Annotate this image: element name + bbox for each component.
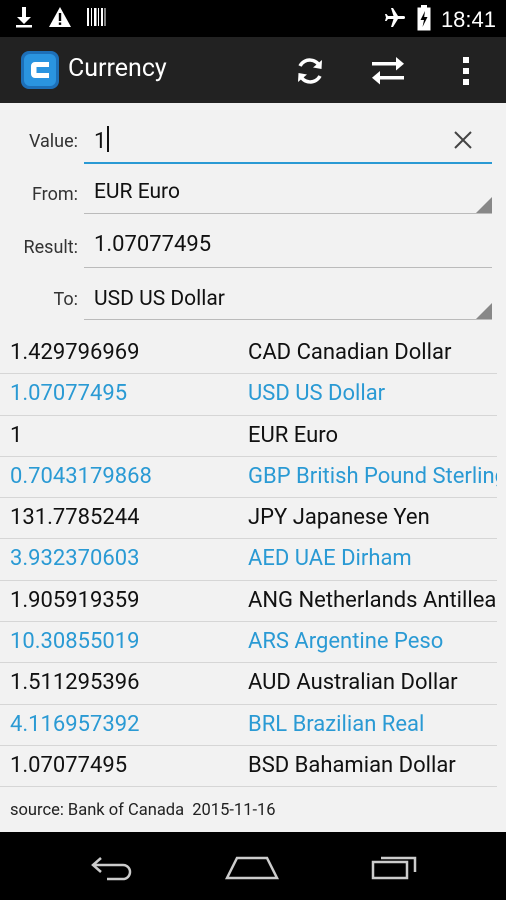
rate-value: 1.511295396: [10, 670, 140, 696]
rate-row[interactable]: 1.07077495 BSD Bahamian Dollar: [0, 746, 497, 788]
rates-list[interactable]: 1.429796969 CAD Canadian Dollar 1.07077495…: [0, 333, 497, 795]
clock: 18:41: [440, 7, 496, 32]
result-field[interactable]: 1.07077495: [84, 225, 492, 268]
rate-row[interactable]: 1.429796969 CAD Canadian Dollar: [0, 333, 497, 375]
warning-icon: [48, 6, 72, 32]
text-cursor: [107, 126, 110, 152]
rate-currency: GBP British Pound Sterling: [248, 463, 497, 489]
source-text: source: Bank of Canada 2015-11-16: [10, 801, 276, 820]
app-logo-icon[interactable]: [20, 50, 60, 90]
value-row: Value: 1: [0, 103, 506, 173]
from-row: From: EUR Euro: [0, 173, 506, 225]
spinner-arrow-icon: [476, 197, 492, 213]
download-icon: [14, 6, 34, 32]
battery-charging-icon: [417, 5, 431, 35]
rate-value: 10.30855019: [10, 629, 140, 655]
value-label: Value:: [28, 131, 78, 152]
to-currency-spinner[interactable]: USD US Dollar: [84, 283, 492, 320]
from-label: From:: [31, 184, 78, 205]
rate-value: 0.7043179868: [10, 463, 152, 489]
rate-row[interactable]: 1.511295396 AUD Australian Dollar: [0, 663, 497, 705]
rate-currency: USD US Dollar: [248, 381, 386, 407]
rate-currency: BRL Brazilian Real: [248, 711, 425, 737]
barcode-icon: [86, 6, 106, 32]
rate-currency: EUR Euro: [248, 422, 339, 448]
source-footer: source: Bank of Canada 2015-11-16: [0, 795, 506, 831]
refresh-icon[interactable]: [290, 51, 330, 91]
value-input[interactable]: 1: [84, 118, 492, 164]
home-icon[interactable]: [222, 850, 282, 884]
back-icon[interactable]: [82, 850, 142, 884]
overflow-menu-icon[interactable]: [446, 51, 486, 91]
action-bar: Currency: [0, 37, 506, 103]
rate-row[interactable]: 10.30855019 ARS Argentine Peso: [0, 622, 497, 664]
navigation-bar: [0, 832, 506, 900]
rate-row[interactable]: 1.07077495 USD US Dollar: [0, 374, 497, 416]
result-value: 1.07077495: [94, 232, 212, 257]
status-bar: 18:41: [0, 0, 506, 37]
result-row: Result: 1.07077495: [0, 225, 506, 283]
rate-value: 4.116957392: [10, 711, 140, 737]
rate-currency: ARS Argentine Peso: [248, 629, 444, 655]
to-row: To: USD US Dollar: [0, 283, 506, 333]
rate-value: 131.7785244: [10, 505, 140, 531]
result-label: Result:: [23, 237, 78, 258]
clear-icon[interactable]: [452, 129, 474, 155]
rate-row[interactable]: 0.7043179868 GBP British Pound Sterling: [0, 457, 497, 499]
rate-row[interactable]: 3.932370603 AED UAE Dirham: [0, 539, 497, 581]
rate-value: 1.905919359: [10, 587, 140, 613]
rate-currency: CAD Canadian Dollar: [248, 340, 452, 365]
from-currency-value: EUR Euro: [94, 180, 180, 204]
recent-apps-icon[interactable]: [364, 850, 424, 884]
swap-icon[interactable]: [368, 51, 408, 91]
rate-row[interactable]: 1.079067772CHF Swiss Franc: [0, 787, 497, 795]
airplane-icon: [383, 6, 407, 34]
rate-value: 1.07077495: [10, 752, 128, 778]
rate-currency: JPY Japanese Yen: [248, 505, 430, 531]
to-currency-value: USD US Dollar: [94, 287, 225, 311]
from-currency-spinner[interactable]: EUR Euro: [84, 173, 492, 214]
rate-row[interactable]: 4.116957392 BRL Brazilian Real: [0, 705, 497, 746]
rate-value: 1: [10, 422, 23, 448]
rate-currency: ANG Netherlands Antillean Guilder: [248, 587, 497, 613]
rate-currency: AED UAE Dirham: [248, 546, 412, 572]
rate-value: 1.429796969: [10, 340, 140, 365]
rate-currency: AUD Australian Dollar: [248, 670, 458, 696]
app-title: Currency: [68, 54, 167, 83]
rate-value: 3.932370603: [10, 546, 140, 572]
value-text: 1: [94, 129, 107, 154]
rate-value: 1.07077495: [10, 381, 128, 407]
to-label: To:: [53, 289, 79, 310]
spinner-arrow-icon: [476, 303, 492, 319]
rate-currency: BSD Bahamian Dollar: [248, 752, 456, 778]
rate-row[interactable]: 1 EUR Euro: [0, 416, 497, 457]
rate-row[interactable]: 131.7785244 JPY Japanese Yen: [0, 498, 497, 540]
rate-row[interactable]: 1.905919359 ANG Netherlands Antillean Gui…: [0, 581, 497, 623]
